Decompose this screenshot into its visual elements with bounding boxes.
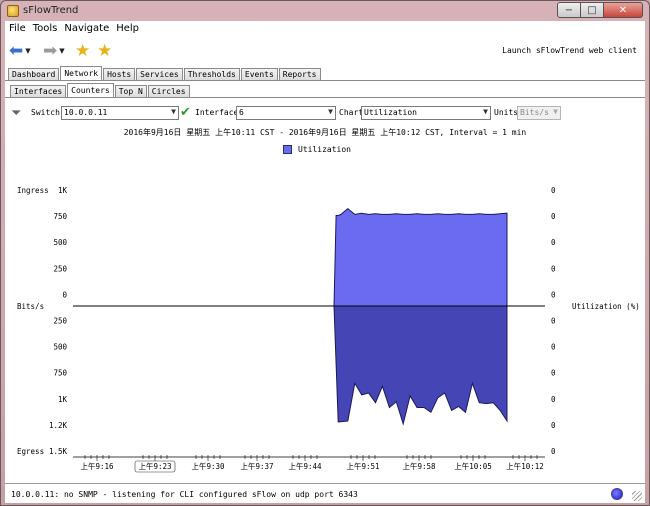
chevron-down-icon: ▼ bbox=[171, 107, 176, 116]
units-select[interactable]: Bits/s ▼ bbox=[517, 106, 561, 120]
menu-bar: File Tools Navigate Help bbox=[5, 21, 645, 37]
y-tick-label-right: 0 bbox=[551, 238, 556, 247]
checkmark-icon: ✔ bbox=[180, 105, 191, 120]
star-add-icon: ★ bbox=[75, 40, 91, 61]
y-tick-label-left: 750 bbox=[53, 212, 67, 221]
forward-arrow-icon: ➡ bbox=[43, 40, 58, 61]
menu-tools[interactable]: Tools bbox=[29, 21, 61, 37]
filter-icon: ⏷ bbox=[11, 106, 22, 121]
tab-divider bbox=[5, 80, 645, 81]
chart-title: 2016年9月16日 星期五 上午10:11 CST - 2016年9月16日 … bbox=[123, 128, 527, 137]
x-tick-label: 上午9:58 bbox=[402, 461, 436, 471]
interface-value: 6 bbox=[239, 108, 244, 117]
chart-select[interactable]: Utilization ▼ bbox=[361, 106, 491, 120]
y-tick-label-right: 0 bbox=[551, 369, 556, 378]
y-tick-label-left: 750 bbox=[53, 369, 67, 378]
chevron-down-icon: ▼ bbox=[483, 107, 488, 116]
y-tick-label-right: 0 bbox=[551, 317, 556, 326]
window-controls: − □ ✕ bbox=[557, 2, 643, 18]
back-button[interactable]: ⬅ ▼ bbox=[9, 41, 31, 61]
legend-swatch bbox=[283, 145, 292, 154]
y-axis-label: Bits/s bbox=[17, 302, 44, 311]
resize-grip[interactable] bbox=[632, 491, 642, 501]
chart-label: Chart bbox=[339, 108, 364, 117]
menu-navigate[interactable]: Navigate bbox=[60, 21, 112, 37]
chart-controls: ⏷ Switch 10.0.0.11 ▼ ✔ Interface 6 ▼ Cha… bbox=[5, 105, 645, 123]
switch-select[interactable]: 10.0.0.11 ▼ bbox=[61, 106, 179, 120]
tab-counters[interactable]: Counters bbox=[67, 83, 114, 98]
y-tick-label-left: 500 bbox=[53, 343, 67, 352]
tab-network[interactable]: Network bbox=[60, 66, 103, 81]
y-tick-label-left: 0 bbox=[62, 290, 67, 299]
y-tick-label-right: 0 bbox=[551, 421, 556, 430]
back-arrow-icon: ⬅ bbox=[9, 40, 24, 61]
switch-label: Switch bbox=[31, 108, 60, 117]
sub-tabs: Interfaces Counters Top N Circles bbox=[10, 83, 191, 98]
window-title: sFlowTrend bbox=[23, 5, 79, 16]
maximize-button[interactable]: □ bbox=[580, 2, 604, 18]
x-tick-label: 上午9:23 bbox=[138, 461, 171, 471]
app-logo-icon bbox=[7, 5, 19, 17]
x-tick-label: 上午9:16 bbox=[80, 461, 114, 471]
ingress-axis-label: Ingress bbox=[17, 186, 49, 195]
status-text: 10.0.0.11: no SNMP - listening for CLI c… bbox=[11, 490, 358, 499]
y-tick-label-right: 0 bbox=[551, 264, 556, 273]
close-button[interactable]: ✕ bbox=[603, 2, 643, 18]
add-bookmark-button[interactable]: ★ bbox=[75, 41, 90, 61]
right-axis-label: Utilization (%) bbox=[572, 302, 640, 311]
ingress-series-area[interactable] bbox=[333, 207, 508, 307]
egress-axis-label: Egress bbox=[17, 447, 44, 456]
interface-label: Interface bbox=[195, 108, 239, 117]
forward-button[interactable]: ➡ ▼ bbox=[43, 41, 65, 61]
toolbar: ⬅ ▼ ➡ ▼ ★ ★ Launch sFlowTrend web client bbox=[5, 37, 645, 65]
subtab-divider bbox=[5, 97, 645, 98]
status-bar: 10.0.0.11: no SNMP - listening for CLI c… bbox=[5, 483, 645, 503]
chart-value: Utilization bbox=[364, 108, 417, 117]
chart-legend: Utilization bbox=[283, 145, 351, 154]
star-icon: ★ bbox=[97, 40, 113, 61]
y-tick-label-left: 1.5K bbox=[49, 447, 68, 456]
chevron-down-icon: ▼ bbox=[25, 47, 31, 55]
y-tick-label-left: 250 bbox=[53, 317, 67, 326]
units-value: Bits/s bbox=[520, 108, 549, 117]
minimize-button[interactable]: − bbox=[557, 2, 581, 18]
x-tick-label: 上午9:37 bbox=[240, 461, 273, 471]
menu-file[interactable]: File bbox=[5, 21, 29, 37]
x-tick-label: 上午10:05 bbox=[454, 461, 492, 471]
chevron-down-icon: ▼ bbox=[59, 47, 65, 55]
app-window: sFlowTrend − □ ✕ File Tools Navigate Hel… bbox=[0, 0, 650, 506]
y-tick-label-left: 1K bbox=[58, 186, 68, 195]
y-tick-label-right: 0 bbox=[551, 343, 556, 352]
legend-label: Utilization bbox=[298, 145, 351, 154]
x-tick-label: 上午9:30 bbox=[191, 461, 225, 471]
x-tick-label: 上午9:51 bbox=[346, 461, 379, 471]
y-tick-label-right: 0 bbox=[551, 395, 556, 404]
y-tick-label-left: 250 bbox=[53, 264, 67, 273]
main-tabs: Dashboard Network Hosts Services Thresho… bbox=[8, 66, 322, 81]
status-indicator-icon bbox=[611, 488, 623, 500]
launch-web-client-link[interactable]: Launch sFlowTrend web client bbox=[502, 46, 637, 55]
y-tick-label-right: 0 bbox=[551, 447, 556, 456]
x-tick-label: 上午9:44 bbox=[288, 461, 322, 471]
units-label: Units bbox=[494, 108, 519, 117]
title-bar[interactable]: sFlowTrend − □ ✕ bbox=[1, 1, 649, 21]
menu-help[interactable]: Help bbox=[112, 21, 142, 37]
chevron-down-icon: ▼ bbox=[328, 107, 333, 116]
chevron-down-icon: ▼ bbox=[553, 107, 558, 116]
client-area: File Tools Navigate Help ⬅ ▼ ➡ ▼ ★ ★ Lau… bbox=[5, 21, 645, 503]
y-tick-label-left: 1K bbox=[58, 395, 68, 404]
utilization-chart[interactable]: 1K 0 750 0 500 0 250 0 0 0 250 0 500 0 750 0 1K 0 1.2K 0 1.5… bbox=[5, 161, 645, 481]
switch-value: 10.0.0.11 bbox=[64, 108, 108, 117]
interface-select[interactable]: 6 ▼ bbox=[236, 106, 336, 120]
y-tick-label-right: 0 bbox=[551, 290, 556, 299]
y-tick-label-left: 1.2K bbox=[49, 421, 68, 430]
y-tick-label-right: 0 bbox=[551, 186, 556, 195]
x-tick-label: 上午10:12 bbox=[506, 461, 544, 471]
bookmarks-button[interactable]: ★ bbox=[97, 41, 112, 61]
y-tick-label-left: 500 bbox=[53, 238, 67, 247]
y-tick-label-right: 0 bbox=[551, 212, 556, 221]
